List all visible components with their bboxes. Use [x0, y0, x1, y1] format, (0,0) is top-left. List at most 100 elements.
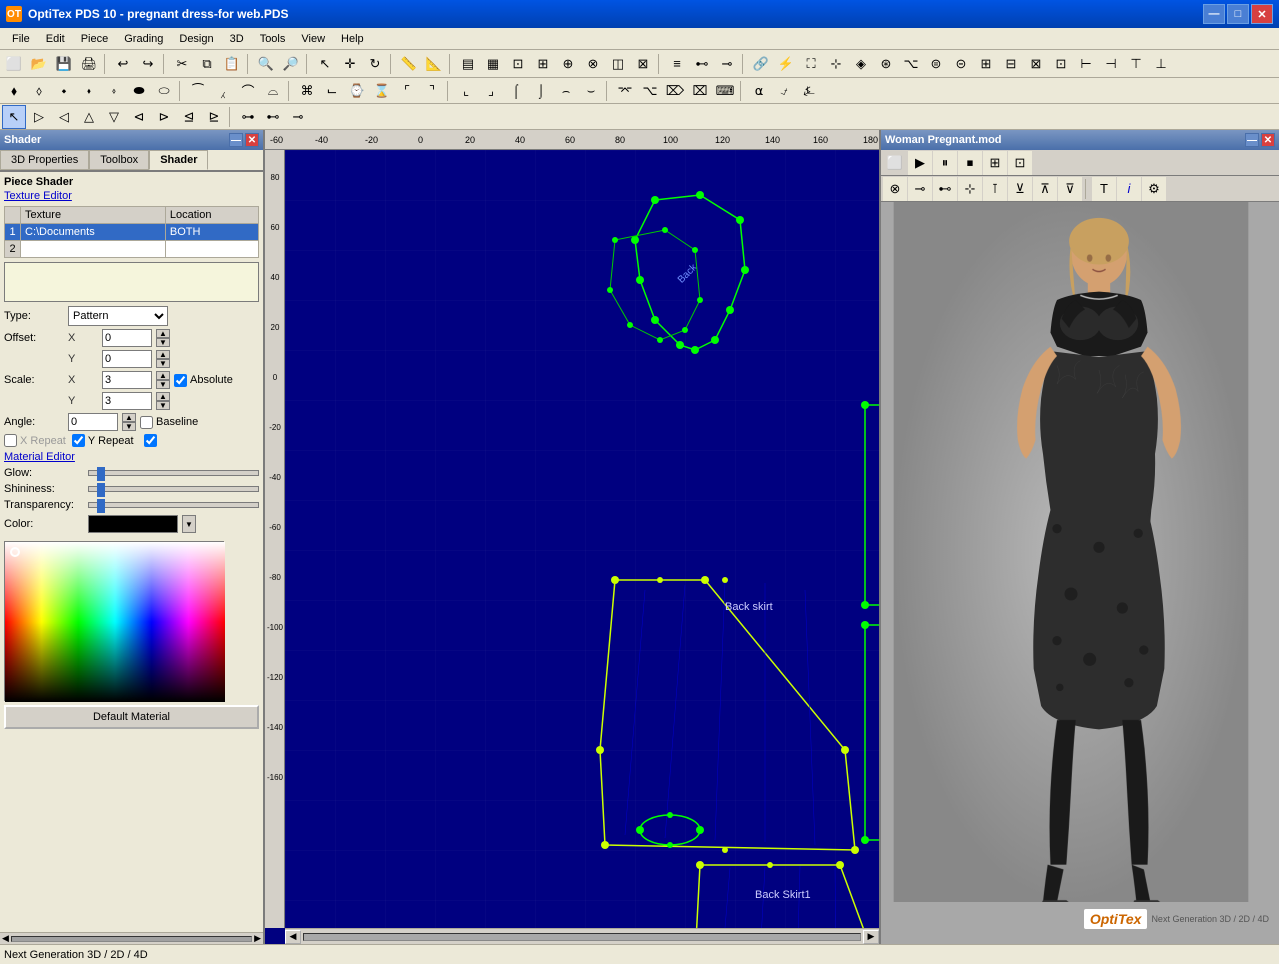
- menu-help[interactable]: Help: [333, 31, 372, 47]
- menu-view[interactable]: View: [293, 31, 333, 47]
- tb2-b8[interactable]: ⁀: [186, 79, 210, 103]
- menu-3d[interactable]: 3D: [222, 31, 252, 47]
- transparency-slider-thumb[interactable]: [97, 499, 105, 513]
- tb3-b2[interactable]: ◁: [52, 105, 76, 129]
- tb-b27[interactable]: ⊤: [1124, 52, 1148, 76]
- panel-pin-button[interactable]: —: [229, 133, 243, 147]
- 3d-tb2-b3[interactable]: ⊷: [933, 177, 957, 201]
- 3d-tb2-b4[interactable]: ⊹: [958, 177, 982, 201]
- offset-y-input[interactable]: [102, 350, 152, 368]
- offset-x-up[interactable]: ▲: [156, 329, 170, 338]
- 3d-tb-b2[interactable]: ▶: [908, 151, 932, 175]
- tb2-b20[interactable]: ⌠: [504, 79, 528, 103]
- tb3-b5[interactable]: ⊲: [127, 105, 151, 129]
- maximize-button[interactable]: □: [1227, 4, 1249, 24]
- 3d-panel-pin[interactable]: —: [1245, 133, 1259, 147]
- tb2-b17[interactable]: ⌝: [420, 79, 444, 103]
- color-swatch[interactable]: [88, 515, 178, 533]
- shininess-slider-thumb[interactable]: [97, 483, 105, 497]
- tb2-b7[interactable]: ⬭: [152, 79, 176, 103]
- tb3-select[interactable]: ↖: [2, 105, 26, 129]
- tb-b16[interactable]: ◈: [849, 52, 873, 76]
- tb2-b28[interactable]: ⌨: [713, 79, 737, 103]
- texture-editor-title[interactable]: Texture Editor: [4, 190, 259, 202]
- tb-b14[interactable]: ⛶: [799, 52, 823, 76]
- tb2-b23[interactable]: ⌣: [579, 79, 603, 103]
- scale-y-down[interactable]: ▼: [156, 401, 170, 410]
- tb-b26[interactable]: ⊣: [1099, 52, 1123, 76]
- tb2-b6[interactable]: ⬬: [127, 79, 151, 103]
- tb-b4[interactable]: ⊞: [531, 52, 555, 76]
- tb3-b8[interactable]: ⊵: [202, 105, 226, 129]
- tb2-b27[interactable]: ⌧: [688, 79, 712, 103]
- tb2-b18[interactable]: ⌞: [454, 79, 478, 103]
- panel-scrollbar[interactable]: ◀ ▶: [0, 932, 263, 944]
- tb-b22[interactable]: ⊟: [999, 52, 1023, 76]
- tb2-b31[interactable]: ⍼: [797, 79, 821, 103]
- panel-close-button[interactable]: ✕: [245, 133, 259, 147]
- scroll-right-btn[interactable]: ▶: [863, 930, 879, 944]
- angle-spinner[interactable]: ▲ ▼: [122, 413, 136, 431]
- tb2-b13[interactable]: ⌙: [320, 79, 344, 103]
- menu-tools[interactable]: Tools: [252, 31, 294, 47]
- tb2-b9[interactable]: ⁁: [211, 79, 235, 103]
- 3d-tb2-b9[interactable]: T: [1092, 177, 1116, 201]
- tb2-b16[interactable]: ⌜: [395, 79, 419, 103]
- tb-new[interactable]: ⬜: [2, 52, 26, 76]
- angle-input[interactable]: [68, 413, 118, 431]
- tb-b25[interactable]: ⊢: [1074, 52, 1098, 76]
- tb-b24[interactable]: ⊡: [1049, 52, 1073, 76]
- tb2-b21[interactable]: ⌡: [529, 79, 553, 103]
- scale-x-spinner[interactable]: ▲ ▼: [156, 371, 170, 389]
- scale-y-up[interactable]: ▲: [156, 392, 170, 401]
- y-repeat-checkbox[interactable]: [72, 434, 85, 447]
- scrollbar-track[interactable]: [11, 936, 252, 942]
- tb2-b15[interactable]: ⌛: [370, 79, 394, 103]
- 3d-tb-b1[interactable]: ⬜: [883, 151, 907, 175]
- tb-b13[interactable]: ⚡: [774, 52, 798, 76]
- tb-b21[interactable]: ⊞: [974, 52, 998, 76]
- tb-cut[interactable]: ✂: [170, 52, 194, 76]
- tb-b12[interactable]: 🔗: [749, 52, 773, 76]
- tb2-b14[interactable]: ⌚: [345, 79, 369, 103]
- 3d-tb2-b10[interactable]: i: [1117, 177, 1141, 201]
- tb-zoom-out[interactable]: 🔎: [279, 52, 303, 76]
- tb-save[interactable]: 💾: [52, 52, 76, 76]
- tb3-b11[interactable]: ⊸: [286, 105, 310, 129]
- scroll-left-btn[interactable]: ◀: [285, 930, 301, 944]
- tb-move[interactable]: ✛: [338, 52, 362, 76]
- 3d-tb2-b2[interactable]: ⊸: [908, 177, 932, 201]
- tb-b7[interactable]: ◫: [606, 52, 630, 76]
- offset-y-spinner[interactable]: ▲ ▼: [156, 350, 170, 368]
- texture-row-2[interactable]: 2: [5, 241, 259, 258]
- 3d-tb2-b8[interactable]: ⊽: [1058, 177, 1082, 201]
- tb-paste[interactable]: 📋: [220, 52, 244, 76]
- tb2-b5[interactable]: ⬫: [102, 79, 126, 103]
- tb-b2[interactable]: ▦: [481, 52, 505, 76]
- tb2-b2[interactable]: ⬨: [27, 79, 51, 103]
- scale-y-spinner[interactable]: ▲ ▼: [156, 392, 170, 410]
- tb3-b10[interactable]: ⊷: [261, 105, 285, 129]
- tb-b23[interactable]: ⊠: [1024, 52, 1048, 76]
- 3d-model-view[interactable]: OptiTex Next Generation 3D / 2D / 4D: [881, 202, 1279, 944]
- tb-copy[interactable]: ⧉: [195, 52, 219, 76]
- 3d-tb-b5[interactable]: ⊞: [983, 151, 1007, 175]
- tb-b10[interactable]: ⊷: [690, 52, 714, 76]
- offset-y-up[interactable]: ▲: [156, 350, 170, 359]
- 3d-tb2-b7[interactable]: ⊼: [1033, 177, 1057, 201]
- scroll-left-arrow[interactable]: ◀: [2, 933, 9, 944]
- tab-toolbox[interactable]: Toolbox: [89, 150, 149, 170]
- tb2-b10[interactable]: ⌒: [236, 79, 260, 103]
- repeat-extra-checkbox[interactable]: [144, 434, 157, 447]
- offset-x-spinner[interactable]: ▲ ▼: [156, 329, 170, 347]
- tb-measure[interactable]: 📏: [397, 52, 421, 76]
- menu-piece[interactable]: Piece: [73, 31, 117, 47]
- tb-b15[interactable]: ⊹: [824, 52, 848, 76]
- canvas-area[interactable]: -60 -40 -20 0 20 40 60 80 100 120 140 16…: [265, 130, 879, 944]
- tb-select[interactable]: ↖: [313, 52, 337, 76]
- tb-b6[interactable]: ⊗: [581, 52, 605, 76]
- tab-3d-properties[interactable]: 3D Properties: [0, 150, 89, 170]
- scroll-right-arrow[interactable]: ▶: [254, 933, 261, 944]
- tb3-b6[interactable]: ⊳: [152, 105, 176, 129]
- baseline-checkbox[interactable]: [140, 416, 153, 429]
